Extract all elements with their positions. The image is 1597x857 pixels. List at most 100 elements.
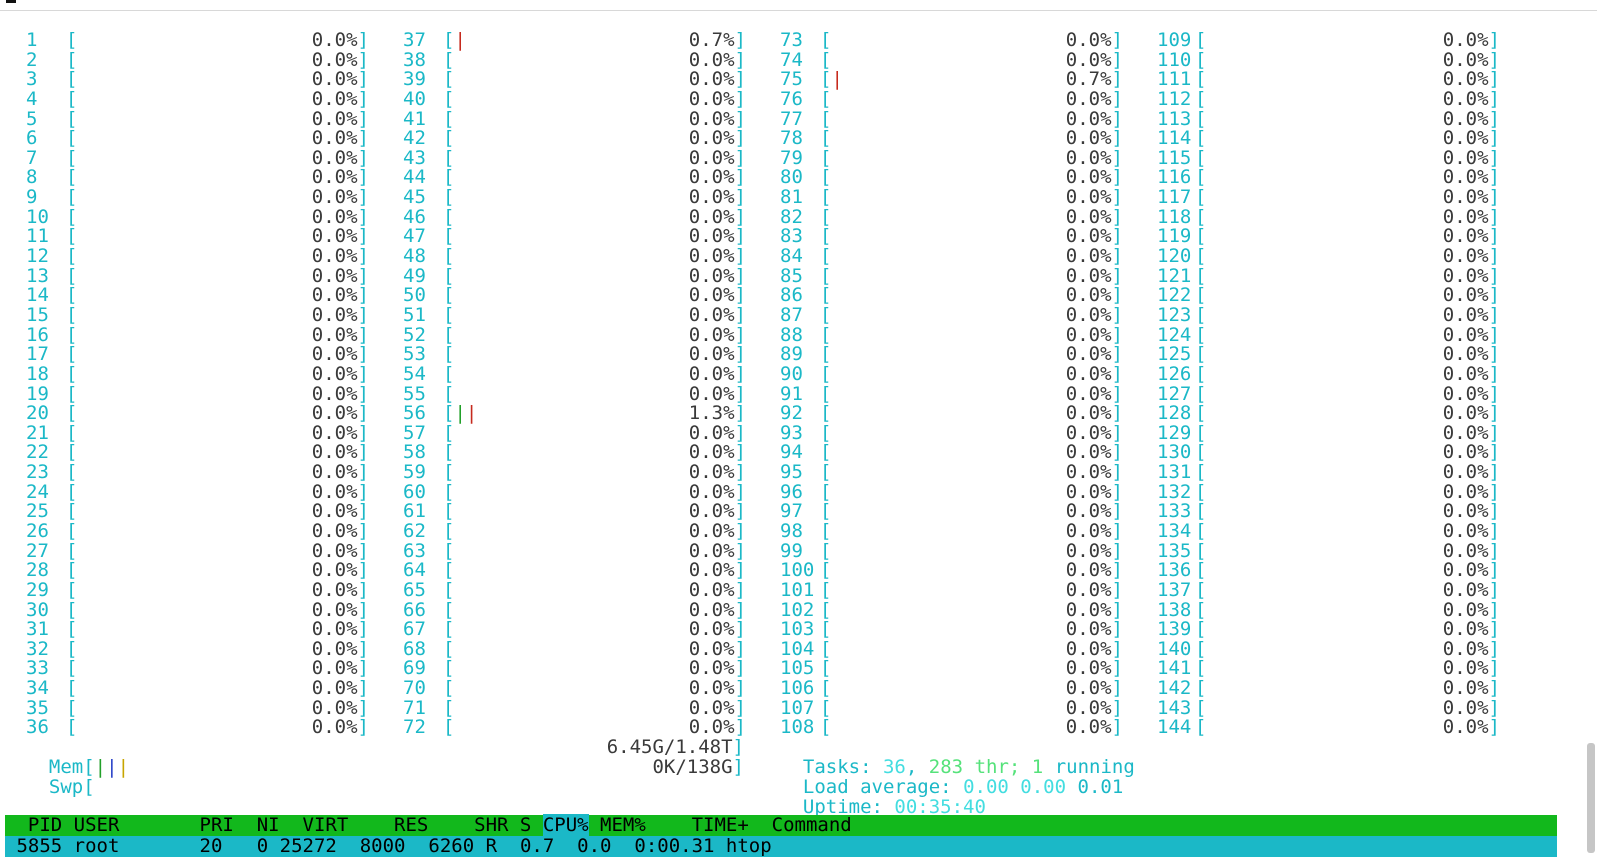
cpu-core-value: 0.0%]: [238, 482, 369, 502]
col-pid[interactable]: PID: [28, 814, 62, 836]
cpu-core-value: 0.0%]: [992, 207, 1123, 227]
cpu-bracket-close: ]: [734, 284, 746, 306]
cpu-core-number: 127: [1157, 383, 1192, 405]
process-row-selected[interactable]: 5855 root 20 0 25272 8000 6260 R 0.7 0.0…: [5, 836, 1557, 857]
col-virt[interactable]: VIRT: [303, 814, 349, 836]
cpu-core-meter: 49[: [403, 266, 454, 286]
cpu-core-meter: 86 [: [780, 285, 831, 305]
cpu-bracket-close: ]: [357, 88, 369, 110]
cpu-bracket-close: ]: [1111, 186, 1123, 208]
col-command[interactable]: Command: [772, 814, 852, 836]
cpu-core-value: 0.0%]: [992, 678, 1123, 698]
cpu-bracket-close: ]: [734, 677, 746, 699]
cpu-bracket-open: [: [1195, 441, 1207, 463]
cpu-core-meter: 50 [: [403, 285, 454, 305]
cpu-bracket-close: ]: [1111, 284, 1123, 306]
cpu-core-meter: 107[: [780, 698, 831, 718]
cpu-core-number: 10: [26, 206, 49, 228]
cpu-core-value: 0.0%]: [1369, 69, 1500, 89]
cpu-core-percent: 0.0%: [688, 225, 735, 247]
col-time[interactable]: TIME+: [692, 814, 749, 836]
cpu-core-value: 0.0%]: [238, 403, 369, 423]
cpu-core-value: 0.0%]: [615, 698, 746, 718]
cpu-core-meter: 79[: [780, 148, 831, 168]
cpu-core-value: 0.0%]: [1369, 148, 1500, 168]
cpu-core-number: 74: [780, 49, 803, 71]
cpu-core-meter: 104[: [780, 639, 831, 659]
cpu-core-number: 56: [403, 402, 426, 424]
proc-time: 0:00.31: [634, 836, 715, 857]
cpu-core-percent: 0.0%: [1442, 127, 1489, 149]
cpu-core-value: 0.0%]: [992, 442, 1123, 462]
cpu-core-value: 0.0%]: [992, 364, 1123, 384]
cpu-core-percent: 0.0%: [1065, 618, 1112, 640]
cpu-core-number: 23: [26, 461, 49, 483]
cpu-core-number: 130: [1157, 441, 1192, 463]
cpu-core-value: 0.0%]: [615, 462, 746, 482]
cpu-core-number: 25: [26, 500, 49, 522]
cpu-core-meter: 61 [: [403, 501, 454, 521]
cpu-core-meter: 9[: [26, 187, 77, 207]
cpu-core-meter: 59 [: [403, 462, 454, 482]
cpu-core-value: 0.0%]: [615, 285, 746, 305]
cpu-core-percent: 0.0%: [688, 441, 735, 463]
scrollbar-thumb[interactable]: [1587, 743, 1595, 853]
cpu-core-number: 139: [1157, 618, 1192, 640]
cpu-bracket-close: ]: [1488, 559, 1500, 581]
cpu-bracket-open: [: [66, 618, 78, 640]
cpu-core-percent: 0.0%: [311, 245, 358, 267]
col-shr[interactable]: SHR: [474, 814, 508, 836]
cpu-core-meter: 75 [|: [780, 69, 843, 89]
cpu-bracket-close: ]: [357, 657, 369, 679]
cpu-bracket-open: [: [66, 166, 78, 188]
cpu-core-number: 65: [403, 579, 426, 601]
cpu-core-meter: 121[: [1157, 266, 1206, 286]
col-pri[interactable]: PRI: [200, 814, 234, 836]
cpu-core-percent: 0.0%: [688, 520, 735, 542]
cpu-bracket-open: [: [66, 520, 78, 542]
cpu-core-value: 0.0%]: [992, 600, 1123, 620]
cpu-core-meter: 91[: [780, 384, 831, 404]
cpu-core-value: 0.0%]: [1369, 285, 1500, 305]
cpu-core-meter: 64 [: [403, 560, 454, 580]
cpu-core-meter: 89 [: [780, 344, 831, 364]
cpu-core-meter: 15 [: [26, 305, 77, 325]
vertical-scrollbar[interactable]: [1585, 11, 1597, 857]
cpu-core-value: 0.0%]: [1369, 246, 1500, 266]
cpu-core-value: 0.0%]: [238, 187, 369, 207]
cpu-bracket-close: ]: [734, 343, 746, 365]
cpu-core-value: 0.0%]: [1369, 89, 1500, 109]
col-state[interactable]: S: [520, 814, 531, 836]
cpu-core-number: 106: [780, 677, 815, 699]
col-mem[interactable]: MEM%: [600, 814, 646, 836]
cpu-bracket-open: [: [443, 127, 455, 149]
col-user[interactable]: USER: [74, 814, 120, 836]
cpu-core-percent: 0.0%: [1442, 186, 1489, 208]
cpu-core-number: 69: [403, 657, 426, 679]
cpu-core-number: 119: [1157, 225, 1192, 247]
cpu-core-meter: 67 [: [403, 619, 454, 639]
cpu-bracket-close: ]: [1111, 304, 1123, 326]
cpu-core-percent: 0.0%: [311, 127, 358, 149]
cpu-bracket-open: [: [66, 284, 78, 306]
cpu-core-value: 0.0%]: [238, 521, 369, 541]
cpu-core-number: 12: [26, 245, 49, 267]
cpu-core-number: 68: [403, 638, 426, 660]
cpu-core-number: 20: [26, 402, 49, 424]
col-res[interactable]: RES: [394, 814, 428, 836]
cpu-bracket-close: ]: [734, 304, 746, 326]
cpu-core-number: 18: [26, 363, 49, 385]
col-ni[interactable]: NI: [257, 814, 280, 836]
col-cpu-sorted[interactable]: CPU%: [542, 814, 589, 836]
cpu-bracket-open: [: [66, 304, 78, 326]
cpu-core-percent: 0.0%: [311, 441, 358, 463]
proc-cpu: 0.7: [519, 836, 555, 857]
cpu-core-meter: 126[: [1157, 364, 1206, 384]
cpu-bracket-open: [: [443, 716, 455, 738]
cpu-core-value: 0.0%]: [238, 639, 369, 659]
cpu-bracket-close: ]: [357, 520, 369, 542]
cpu-core-number: 4: [26, 88, 38, 110]
cpu-core-number: 80: [780, 166, 803, 188]
cpu-core-number: 140: [1157, 638, 1192, 660]
cpu-core-meter: 14 [: [26, 285, 77, 305]
